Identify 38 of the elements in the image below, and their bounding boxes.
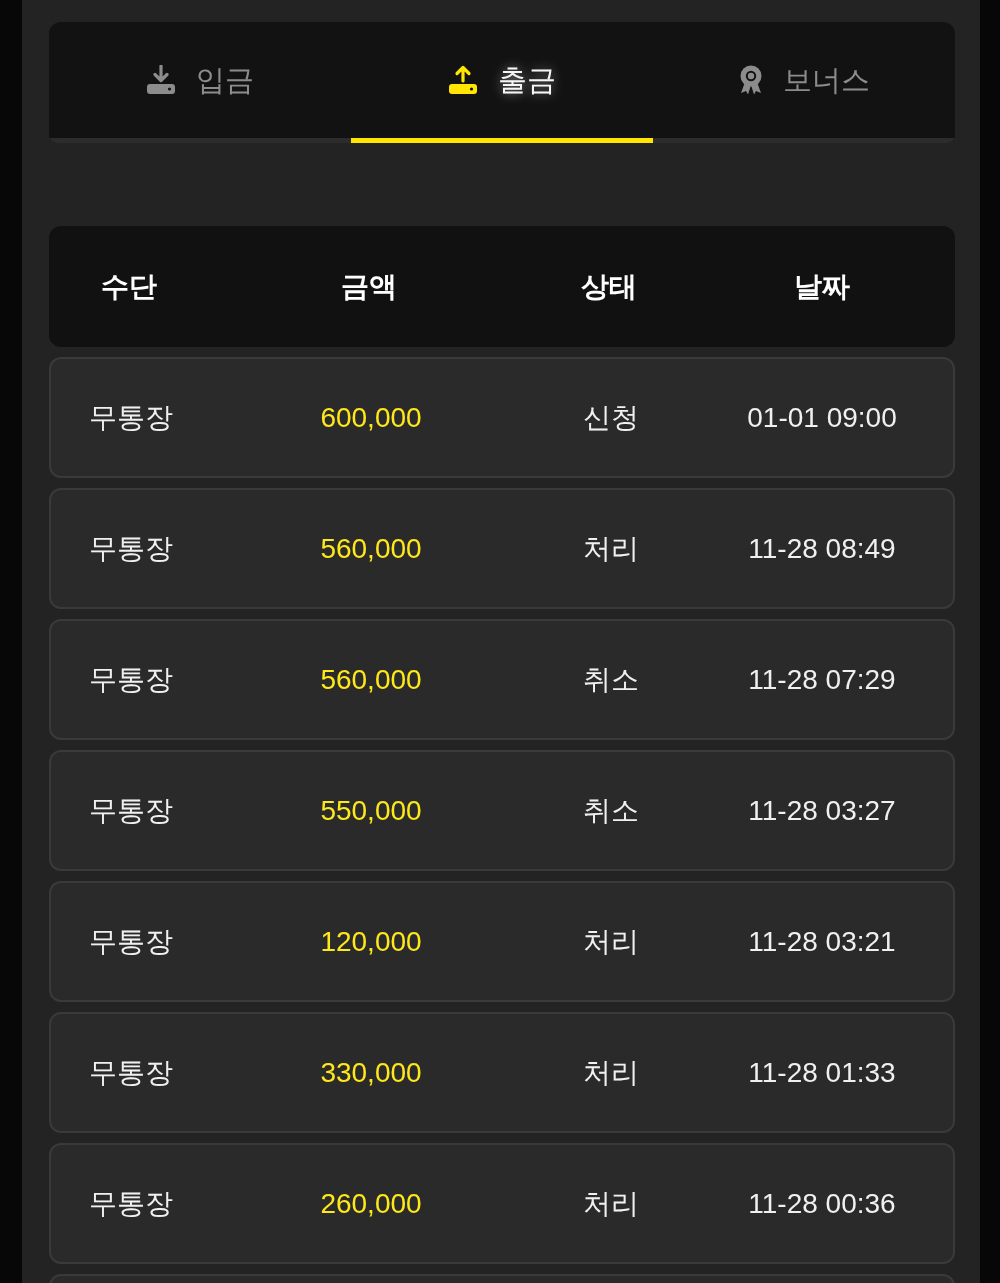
date-cell-text: 11-28 08:49 bbox=[748, 531, 896, 566]
column-header: 상태 bbox=[581, 269, 637, 304]
date-cell-text: 11-28 03:27 bbox=[748, 793, 896, 828]
method-cell-text: 무통장 bbox=[89, 662, 173, 697]
status-cell-text: 처리 bbox=[583, 924, 639, 959]
method-cell-text: 무통장 bbox=[89, 531, 173, 566]
amount-cell-text: 330,000 bbox=[320, 1055, 422, 1090]
amount-cell-text: 550,000 bbox=[320, 793, 422, 828]
date-cell-text: 11-28 01:33 bbox=[748, 1055, 896, 1090]
amount-cell-text: 600,000 bbox=[320, 400, 422, 435]
method-cell-text: 무통장 bbox=[89, 793, 173, 828]
date-cell-text: 11-28 07:29 bbox=[748, 662, 896, 697]
column-header: 금액 bbox=[341, 269, 397, 304]
status-cell-text: 처리 bbox=[583, 1186, 639, 1221]
tab[interactable]: 입금 bbox=[49, 22, 351, 143]
column-header: 수단 bbox=[101, 269, 157, 304]
award-icon bbox=[738, 65, 763, 95]
date-cell-text: 11-28 00:36 bbox=[748, 1186, 896, 1221]
amount-cell-text: 260,000 bbox=[320, 1186, 422, 1221]
status-cell-text: 취소 bbox=[583, 793, 639, 828]
date-cell-text: 01-01 09:00 bbox=[747, 400, 897, 435]
method-cell-text: 무통장 bbox=[89, 1186, 173, 1221]
upload-icon bbox=[448, 65, 478, 95]
amount-cell-text: 120,000 bbox=[320, 924, 422, 959]
method-cell-text: 무통장 bbox=[89, 1055, 173, 1090]
tab[interactable]: 출금 bbox=[351, 22, 653, 143]
column-header: 날짜 bbox=[794, 269, 850, 304]
method-cell-text: 무통장 bbox=[89, 924, 173, 959]
status-cell-text: 신청 bbox=[583, 400, 639, 435]
status-cell-text: 처리 bbox=[583, 531, 639, 566]
amount-cell-text: 560,000 bbox=[320, 531, 422, 566]
tab[interactable]: 보너스 bbox=[653, 22, 955, 143]
date-cell-text: 11-28 03:21 bbox=[748, 924, 896, 959]
download-icon bbox=[146, 65, 176, 95]
status-cell-text: 처리 bbox=[583, 1055, 639, 1090]
method-cell-text: 무통장 bbox=[89, 400, 173, 435]
status-cell-text: 취소 bbox=[583, 662, 639, 697]
amount-cell-text: 560,000 bbox=[320, 662, 422, 697]
